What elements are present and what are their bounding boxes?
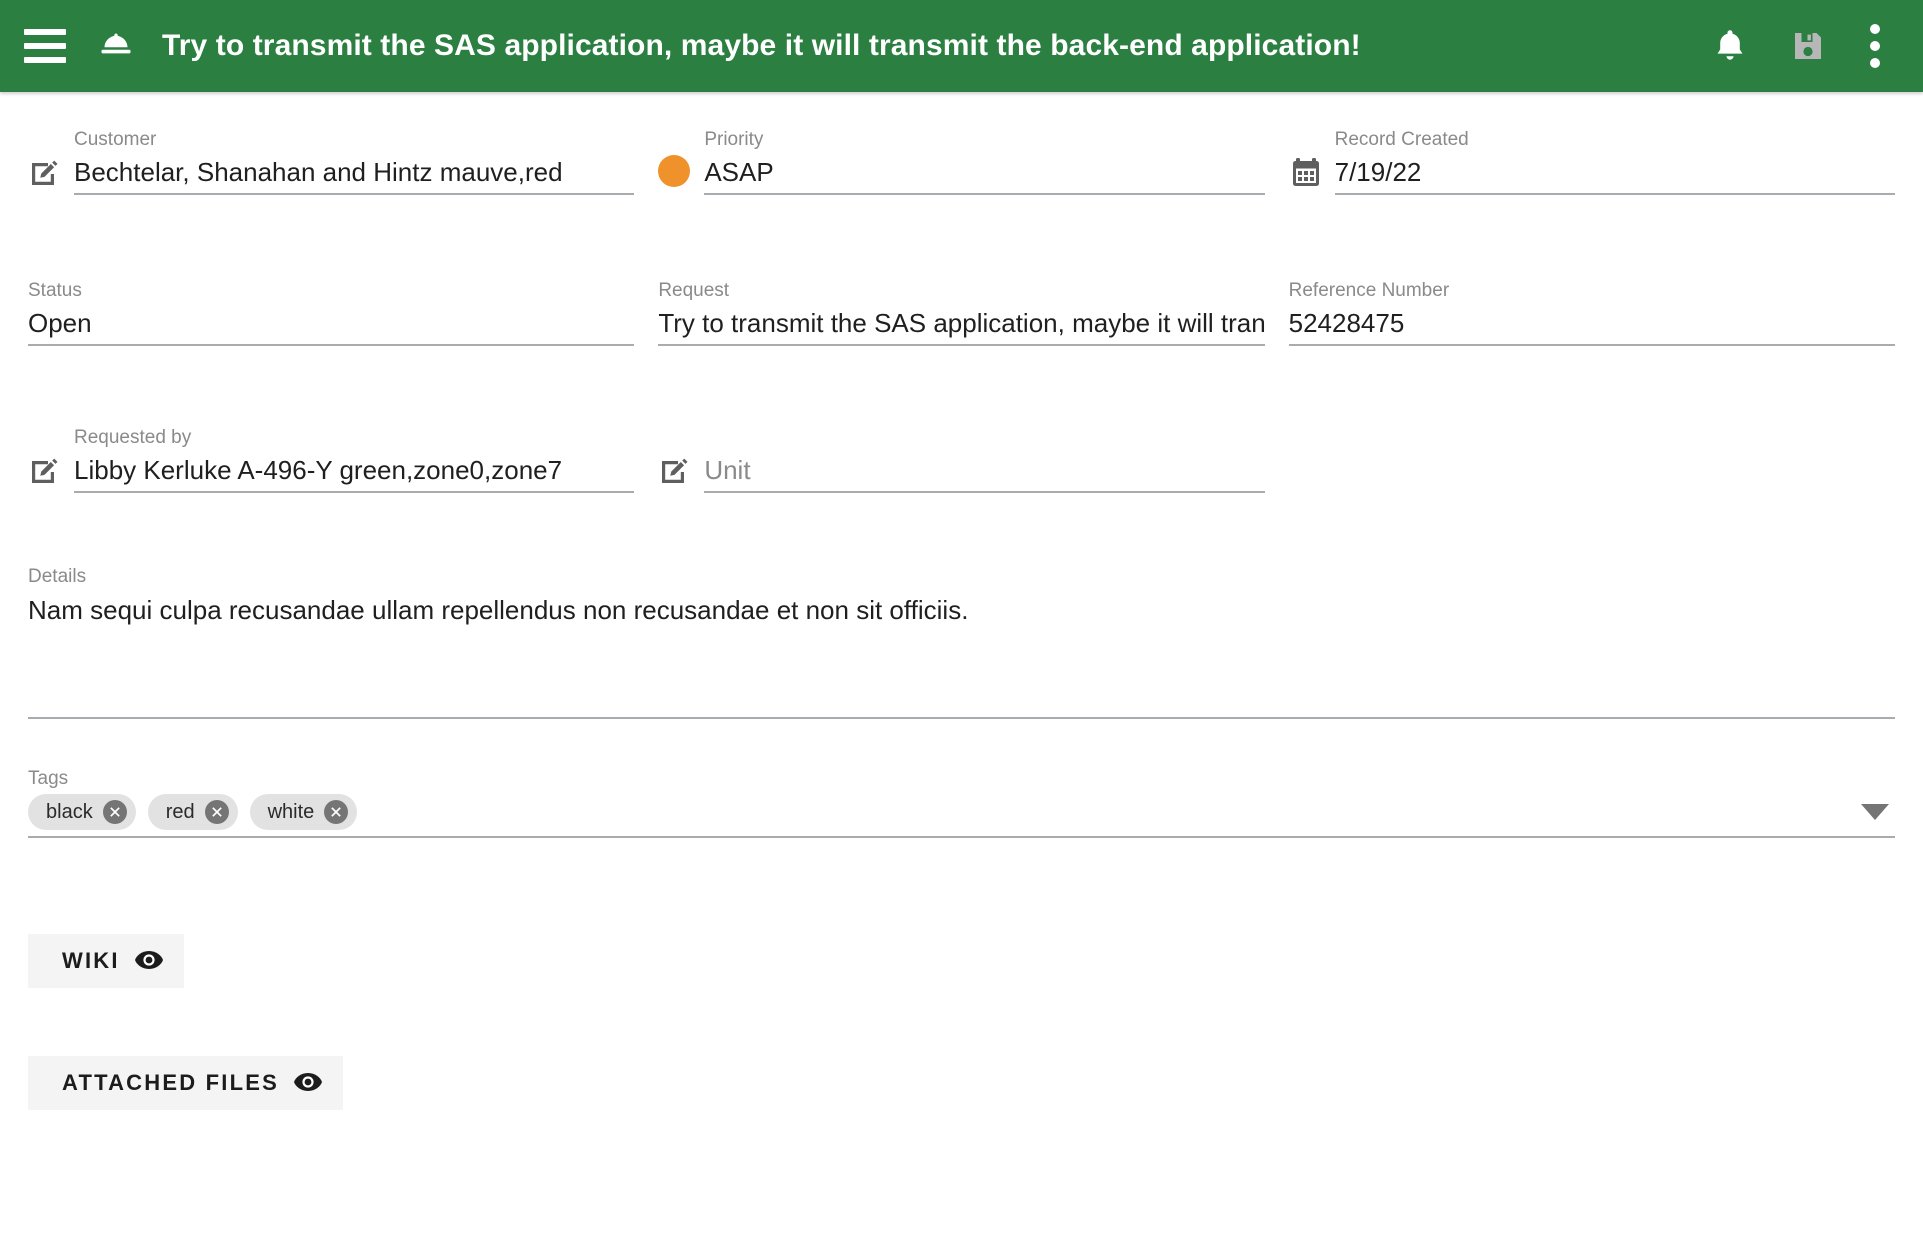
customer-field-container: Customer Bechtelar, Shanahan and Hintz m…: [16, 98, 646, 195]
wiki-section: WIKI: [16, 934, 1907, 988]
page-title: Try to transmit the SAS application, may…: [162, 29, 1361, 62]
details-underline: [28, 717, 1895, 719]
app-header-actions: [1713, 24, 1895, 68]
priority-status-dot: [658, 155, 691, 187]
overflow-menu-icon[interactable]: [1869, 24, 1881, 68]
attached-files-toggle-button[interactable]: ATTACHED FILES: [28, 1056, 343, 1110]
tags-label: Tags: [28, 768, 69, 789]
request-label: Request: [658, 280, 730, 301]
priority-value[interactable]: ASAP: [704, 155, 1265, 195]
customer-field-body: Customer Bechtelar, Shanahan and Hintz m…: [74, 128, 635, 195]
tag-chip-label: red: [165, 800, 195, 823]
status-value[interactable]: Open: [28, 306, 635, 346]
details-value: Nam sequi culpa recusandae ullam repelle…: [28, 595, 969, 625]
requested-by-field[interactable]: Requested by Libby Kerluke A-496-Y green…: [28, 396, 635, 493]
hamburger-menu-icon[interactable]: [24, 29, 66, 63]
request-value[interactable]: Try to transmit the SAS application, may…: [658, 306, 1265, 346]
requested-by-field-container: Requested by Libby Kerluke A-496-Y green…: [16, 396, 646, 493]
unit-field-body: Unit: [704, 426, 1265, 493]
status-field[interactable]: Status Open: [28, 249, 635, 346]
requested-by-field-body: Requested by Libby Kerluke A-496-Y green…: [74, 426, 635, 493]
tag-remove-icon[interactable]: [102, 800, 127, 824]
edit-square-icon[interactable]: [28, 155, 62, 189]
hamburger-bar: [24, 57, 66, 63]
priority-field-container: Priority ASAP: [646, 98, 1276, 195]
record-form: Customer Bechtelar, Shanahan and Hintz m…: [0, 98, 1923, 1110]
request-field-body: Request Try to transmit the SAS applicat…: [658, 279, 1265, 346]
caret-down-icon[interactable]: [1861, 804, 1889, 820]
requested-by-value[interactable]: Libby Kerluke A-496-Y green,zone0,zone7: [74, 453, 635, 493]
record-created-field-body: Record Created 7/19/22: [1334, 128, 1895, 195]
form-row-1: Customer Bechtelar, Shanahan and Hintz m…: [16, 98, 1907, 195]
record-created-label: Record Created: [1334, 129, 1469, 150]
tag-chip[interactable]: white: [249, 794, 358, 830]
reference-number-value[interactable]: 52428475: [1288, 306, 1895, 346]
calendar-icon[interactable]: [1289, 155, 1323, 189]
reference-number-field[interactable]: Reference Number 52428475: [1288, 249, 1895, 346]
request-field[interactable]: Request Try to transmit the SAS applicat…: [658, 249, 1265, 346]
hamburger-bar: [24, 29, 66, 35]
unit-input[interactable]: Unit: [704, 453, 1265, 493]
tag-chip[interactable]: black: [28, 794, 136, 830]
unit-field-container: Unit: [646, 396, 1276, 493]
attached-files-button-label: ATTACHED FILES: [62, 1070, 279, 1095]
tag-remove-icon[interactable]: [204, 800, 229, 824]
details-section: Details Nam sequi culpa recusandae ullam…: [16, 565, 1907, 719]
edit-square-icon[interactable]: [658, 453, 692, 487]
record-created-field-container: Record Created 7/19/22: [1277, 98, 1907, 195]
priority-field-body: Priority ASAP: [704, 128, 1265, 195]
tag-chip-label: black: [46, 800, 93, 823]
app-header-left-group: Try to transmit the SAS application, may…: [24, 28, 1713, 64]
tags-section: Tags black red white: [16, 767, 1907, 838]
wiki-toggle-button[interactable]: WIKI: [28, 934, 184, 988]
reference-number-label: Reference Number: [1288, 280, 1450, 301]
details-label: Details: [28, 566, 87, 587]
form-row-3: Requested by Libby Kerluke A-496-Y green…: [16, 396, 1907, 493]
record-created-field[interactable]: Record Created 7/19/22: [1289, 98, 1895, 195]
eye-icon: [293, 1071, 323, 1096]
tag-chip[interactable]: red: [147, 794, 238, 830]
kebab-dot: [1870, 41, 1880, 51]
kebab-dot: [1870, 24, 1880, 34]
tag-chip-list: black red white: [28, 794, 1847, 830]
tag-chip-label: white: [267, 800, 315, 823]
priority-field[interactable]: Priority ASAP: [658, 98, 1265, 195]
requested-by-label: Requested by: [74, 427, 192, 448]
wiki-button-label: WIKI: [62, 948, 120, 973]
eye-icon: [134, 949, 164, 974]
unit-field[interactable]: Unit: [658, 396, 1265, 493]
save-icon[interactable]: [1791, 29, 1825, 63]
customer-field[interactable]: Customer Bechtelar, Shanahan and Hintz m…: [28, 98, 635, 195]
tag-remove-icon[interactable]: [324, 800, 349, 824]
reference-number-field-body: Reference Number 52428475: [1288, 279, 1895, 346]
status-field-container: Status Open: [16, 249, 646, 346]
app-header-bar: Try to transmit the SAS application, may…: [0, 0, 1923, 92]
service-bell-icon: [96, 28, 136, 64]
edit-square-icon[interactable]: [28, 453, 62, 487]
row-3-empty-column: [1277, 396, 1907, 493]
kebab-dots: [1869, 24, 1881, 68]
request-field-container: Request Try to transmit the SAS applicat…: [646, 249, 1276, 346]
status-label: Status: [28, 280, 82, 301]
kebab-dot: [1870, 58, 1880, 68]
reference-number-field-container: Reference Number 52428475: [1277, 249, 1907, 346]
notifications-bell-icon[interactable]: [1713, 27, 1747, 65]
form-row-2: Status Open Request Try to transmit the …: [16, 249, 1907, 346]
hamburger-bar: [24, 43, 66, 49]
tags-input-row[interactable]: black red white: [28, 794, 1895, 838]
status-field-body: Status Open: [28, 279, 635, 346]
priority-label: Priority: [704, 129, 764, 150]
attached-files-section: ATTACHED FILES: [16, 1056, 1907, 1110]
record-created-value[interactable]: 7/19/22: [1334, 155, 1895, 195]
customer-label: Customer: [74, 129, 157, 150]
details-textarea[interactable]: Nam sequi culpa recusandae ullam repelle…: [28, 593, 1895, 717]
customer-value[interactable]: Bechtelar, Shanahan and Hintz mauve,red: [74, 155, 635, 195]
